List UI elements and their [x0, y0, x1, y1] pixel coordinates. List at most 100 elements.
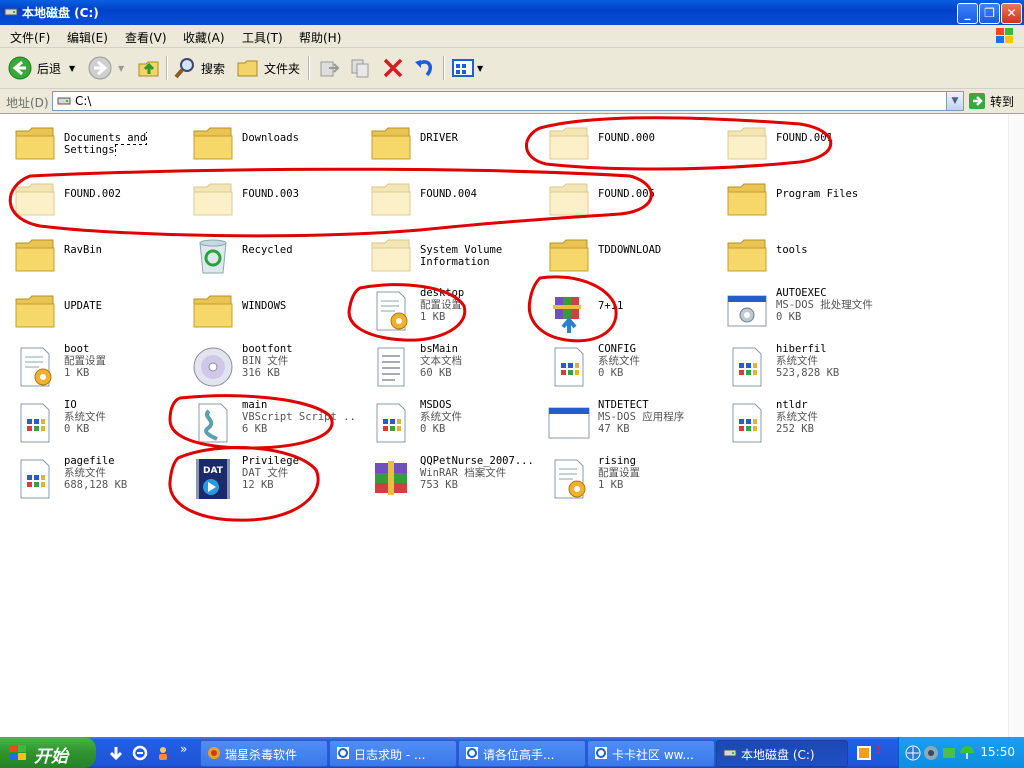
file-item-documents-and-settings[interactable]: Documents and Settings [5, 117, 177, 169]
undo-button[interactable] [413, 54, 437, 82]
file-item-config[interactable]: CONFIG 系统文件 0 KB [539, 341, 711, 393]
minimize-button[interactable]: _ [957, 3, 978, 24]
file-name: CONFIG [598, 343, 636, 355]
file-size: 0 KB [420, 423, 446, 435]
quicklaunch-overflow-icon[interactable]: » [180, 742, 196, 758]
file-item-found-003[interactable]: FOUND.003 [183, 173, 355, 225]
file-item-hiberfil[interactable]: hiberfil 系统文件 523,828 KB [717, 341, 889, 393]
menu-file[interactable]: 文件(F) [10, 29, 50, 46]
file-item-text: CONFIG 系统文件 0 KB [598, 343, 713, 379]
file-item-found-005[interactable]: FOUND.005 [539, 173, 711, 225]
folders-label: 文件夹 [264, 61, 301, 76]
internet-explorer-icon[interactable] [132, 745, 148, 761]
show-desktop-icon[interactable] [108, 745, 124, 761]
file-item-driver[interactable]: DRIVER [361, 117, 533, 169]
file-item-tddownload[interactable]: TDDOWNLOAD [539, 229, 711, 281]
file-item-system-volume-information[interactable]: System Volume Information [361, 229, 533, 281]
file-item-text: System Volume Information [420, 244, 535, 268]
menu-view[interactable]: 查看(V) [125, 29, 167, 46]
file-item-text: WINDOWS [242, 300, 357, 312]
file-item-found-002[interactable]: FOUND.002 [5, 173, 177, 225]
file-name: FOUND.000 [598, 132, 655, 144]
file-item-qqpetnurse-2007[interactable]: QQPetNurse_2007.... WinRAR 档案文件 753 KB [361, 453, 535, 505]
file-item-privilege[interactable]: DAT Privilege DAT 文件 12 KB [183, 453, 355, 505]
address-input[interactable]: C:\ ▼ [52, 91, 964, 111]
file-item-tools[interactable]: tools [717, 229, 889, 281]
move-to-button[interactable] [317, 54, 341, 82]
file-size: 1 KB [598, 479, 624, 491]
views-button[interactable]: ▼ [451, 54, 483, 82]
copy-to-button[interactable] [349, 54, 373, 82]
file-type: 配置设置 [64, 355, 106, 367]
umbrella-icon[interactable] [959, 745, 975, 761]
forward-button[interactable]: ▼ [88, 54, 124, 82]
back-button[interactable]: 后退 ▼ [8, 54, 75, 82]
file-item-text: AUTOEXEC MS-DOS 批处理文件 0 KB [776, 287, 891, 323]
menu-favorites[interactable]: 收藏(A) [183, 29, 225, 46]
file-name: TDDOWNLOAD [598, 244, 662, 256]
search-button[interactable]: 搜索 [173, 54, 225, 82]
task-ie-log-help[interactable]: 日志求助 - ... [329, 740, 457, 767]
file-name: FOUND.001 [776, 132, 833, 144]
task-rising-antivirus[interactable]: 瑞星杀毒软件 [200, 740, 328, 767]
app-icon [547, 401, 591, 445]
file-item-bsmain[interactable]: bsMain 文本文档 60 KB [361, 341, 533, 393]
title-bar[interactable]: 本地磁盘 (C:) _ ❐ ✕ [0, 0, 1024, 25]
folders-button[interactable]: 文件夹 [236, 54, 300, 82]
file-item-program-files[interactable]: Program Files [717, 173, 889, 225]
folder-icon [191, 289, 235, 333]
network-icon[interactable] [905, 745, 921, 761]
file-size: 47 KB [598, 423, 630, 435]
file-item-autoexec[interactable]: AUTOEXEC MS-DOS 批处理文件 0 KB [717, 285, 889, 337]
file-item-ntldr[interactable]: ntldr 系统文件 252 KB [717, 397, 889, 449]
file-item-io[interactable]: IO 系统文件 0 KB [5, 397, 177, 449]
file-item-recycled[interactable]: Recycled [183, 229, 355, 281]
file-item-found-004[interactable]: FOUND.004 [361, 173, 533, 225]
sys-icon [547, 345, 591, 389]
file-item-7-11[interactable]: 7+11 [539, 285, 711, 337]
messenger-icon[interactable] [155, 745, 171, 761]
file-name: QQPetNurse_2007.... [420, 455, 535, 467]
go-button[interactable]: 转到 [968, 92, 1014, 110]
file-item-ravbin[interactable]: RavBin [5, 229, 177, 281]
start-button[interactable]: 开始 [0, 737, 96, 768]
file-item-rising[interactable]: rising 配置设置 1 KB [539, 453, 711, 505]
task-ie-kaka[interactable]: 卡卡社区 ww... [587, 740, 715, 767]
tray-app-icon[interactable] [941, 745, 957, 761]
folder-hidden-icon [191, 177, 235, 221]
ime-indicator-icon[interactable]: ! [876, 743, 892, 759]
close-button[interactable]: ✕ [1001, 3, 1022, 24]
file-item-ntdetect[interactable]: NTDETECT MS-DOS 应用程序 47 KB [539, 397, 711, 449]
menu-edit[interactable]: 编辑(E) [67, 29, 108, 46]
speaker-icon[interactable] [923, 745, 939, 761]
file-item-windows[interactable]: WINDOWS [183, 285, 355, 337]
up-folder-button[interactable] [137, 54, 161, 82]
task-ie-experts[interactable]: 请各位高手... [458, 740, 586, 767]
file-item-main[interactable]: main VBScript Script ... 6 KB [183, 397, 357, 449]
maximize-button[interactable]: ❐ [979, 3, 1000, 24]
language-bar-icon[interactable] [856, 745, 872, 761]
file-size: 753 KB [420, 479, 458, 491]
address-dropdown-button[interactable]: ▼ [946, 92, 963, 110]
chevron-down-icon: ▼ [69, 63, 76, 73]
file-item-text: FOUND.005 [598, 188, 713, 200]
menu-tools[interactable]: 工具(T) [242, 29, 283, 46]
file-item-msdos[interactable]: MSDOS 系统文件 0 KB [361, 397, 533, 449]
file-item-pagefile[interactable]: pagefile 系统文件 688,128 KB [5, 453, 177, 505]
file-item-bootfont[interactable]: bootfont BIN 文件 316 KB [183, 341, 355, 393]
file-type: VBScript Script ... [242, 411, 357, 423]
vertical-scrollbar[interactable] [1008, 114, 1024, 737]
file-name: FOUND.003 [242, 188, 299, 200]
file-item-found-001[interactable]: FOUND.001 [717, 117, 889, 169]
file-item-desktop[interactable]: desktop 配置设置 1 KB [361, 285, 533, 337]
file-item-update[interactable]: UPDATE [5, 285, 177, 337]
file-item-found-000[interactable]: FOUND.000 [539, 117, 711, 169]
file-item-text: Downloads [242, 132, 357, 144]
delete-button[interactable] [381, 54, 405, 82]
file-item-text: bsMain 文本文档 60 KB [420, 343, 535, 379]
task-local-disk-c[interactable]: 本地磁盘 (C:) [716, 740, 848, 767]
file-item-boot[interactable]: boot 配置设置 1 KB [5, 341, 177, 393]
file-item-downloads[interactable]: Downloads [183, 117, 355, 169]
menu-help[interactable]: 帮助(H) [299, 29, 341, 46]
task-label: 请各位高手... [483, 748, 555, 762]
